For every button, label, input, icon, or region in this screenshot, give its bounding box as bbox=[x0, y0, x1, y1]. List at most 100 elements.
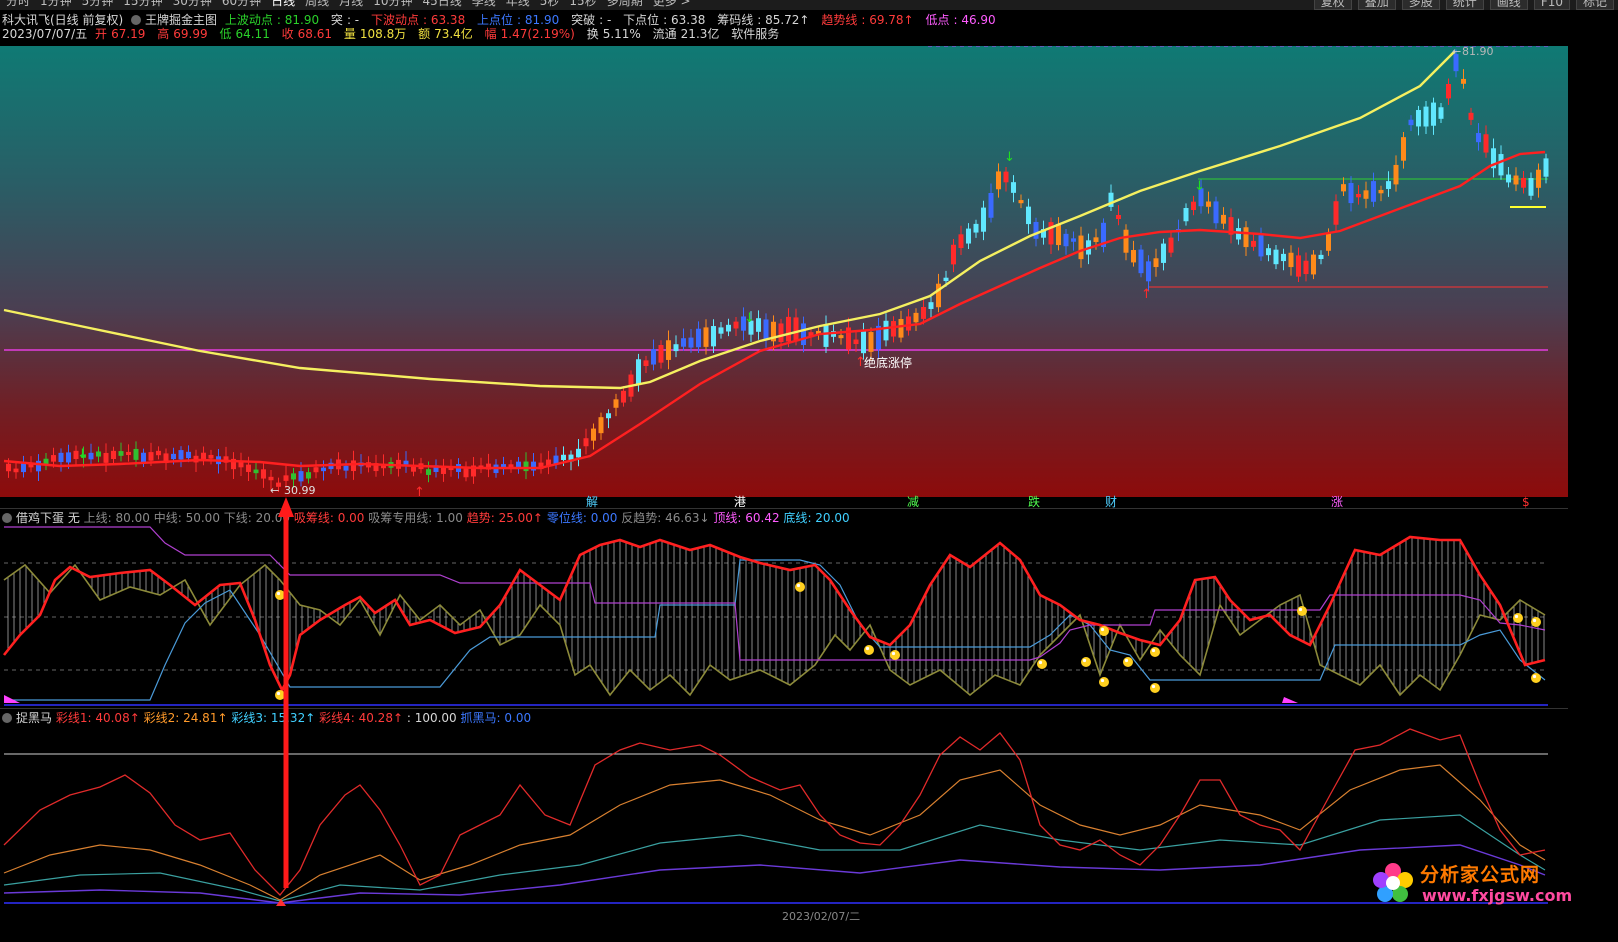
indicator-name[interactable]: 王牌掘金主图 bbox=[145, 13, 217, 27]
period-tab[interactable]: 月线 bbox=[339, 0, 363, 8]
kline-svg: 81.90 ← 30.99 ← 绝底涨停 ↑ ↑ ↑ ↓ ↓ ↓ ↓ bbox=[3, 46, 1549, 497]
candle bbox=[681, 328, 686, 351]
panel3-toggle-icon[interactable] bbox=[2, 713, 12, 723]
candle bbox=[1288, 245, 1294, 276]
candle bbox=[996, 163, 1001, 198]
tool-tab[interactable]: 多股 bbox=[1401, 0, 1440, 10]
candle bbox=[718, 321, 724, 339]
candle bbox=[1438, 103, 1444, 124]
period-tab[interactable]: 60分钟 bbox=[222, 0, 261, 8]
main-kline-chart[interactable]: 81.90 ← 30.99 ← 绝底涨停 ↑ ↑ ↑ ↓ ↓ ↓ ↓ bbox=[0, 46, 1568, 497]
event-marker-gang[interactable]: 港 bbox=[734, 496, 746, 508]
candle bbox=[951, 239, 956, 273]
candle bbox=[1011, 175, 1016, 203]
candle bbox=[103, 443, 109, 473]
tool-tab[interactable]: 统计 bbox=[1445, 0, 1484, 10]
candle bbox=[1393, 155, 1399, 192]
tool-tab[interactable]: 画线 bbox=[1489, 0, 1528, 10]
candle bbox=[1483, 125, 1489, 158]
tool-tab[interactable]: 标记 bbox=[1575, 0, 1614, 10]
candle bbox=[913, 308, 919, 331]
candle bbox=[1266, 244, 1271, 262]
gold-dot-icon bbox=[795, 582, 805, 592]
indicator-header: 科大讯飞(日线 前复权) 王牌掘金主图 上波动点: 81.90 突: - 下波动… bbox=[2, 13, 996, 27]
candle bbox=[1423, 101, 1429, 134]
panel2-chart[interactable] bbox=[0, 525, 1568, 710]
candle bbox=[726, 318, 731, 337]
candle bbox=[118, 442, 124, 462]
tool-tabs: 复权 叠加 多股 统计 画线 F10 标记 bbox=[1308, 0, 1614, 10]
panel2-name[interactable]: 借鸡下蛋 无 bbox=[16, 511, 80, 525]
event-marker-zhang[interactable]: 涨 bbox=[1331, 496, 1343, 508]
indicator-toggle-icon[interactable] bbox=[131, 15, 142, 25]
candle bbox=[538, 453, 544, 474]
stock-title[interactable]: 科大讯飞(日线 前复权) bbox=[2, 13, 123, 27]
candle bbox=[1528, 172, 1534, 200]
candle bbox=[126, 444, 131, 462]
period-tab[interactable]: 年线 bbox=[506, 0, 530, 8]
candle bbox=[906, 309, 911, 336]
event-marker-die[interactable]: 跌 bbox=[1028, 496, 1040, 508]
panel-divider bbox=[0, 708, 1618, 709]
period-tab[interactable]: 1分钟 bbox=[40, 0, 72, 8]
panel3-name[interactable]: 捉黑马 bbox=[16, 711, 52, 725]
quote-date: 2023/07/07/五 bbox=[2, 27, 88, 41]
candle bbox=[1513, 167, 1519, 192]
period-tab[interactable]: 周线 bbox=[305, 0, 329, 8]
candle bbox=[696, 321, 701, 353]
panel2-toggle-icon[interactable] bbox=[2, 513, 12, 523]
candle bbox=[1116, 205, 1121, 226]
candle bbox=[163, 448, 169, 471]
event-marker-cai[interactable]: 财 bbox=[1105, 496, 1117, 508]
candle bbox=[1161, 238, 1166, 271]
tool-tab[interactable]: F10 bbox=[1533, 0, 1570, 10]
candle bbox=[1371, 172, 1376, 207]
event-marker-jian[interactable]: 减 bbox=[907, 496, 919, 508]
candle bbox=[1363, 181, 1369, 209]
sell-arrow-icon: ↓ bbox=[744, 311, 755, 326]
period-tab[interactable]: 5秒 bbox=[540, 0, 560, 8]
tool-tab[interactable]: 叠加 bbox=[1357, 0, 1396, 10]
candle bbox=[1131, 240, 1136, 267]
period-tab[interactable]: 45日线 bbox=[422, 0, 461, 8]
axis-date: 2023/02/07/二 bbox=[782, 910, 861, 923]
candles-group bbox=[6, 49, 1549, 493]
candle bbox=[1018, 194, 1024, 209]
candle bbox=[531, 452, 536, 477]
event-marker-dollar[interactable]: $ bbox=[1522, 496, 1530, 508]
tool-tab[interactable]: 复权 bbox=[1313, 0, 1352, 10]
candle bbox=[1378, 185, 1384, 202]
candle bbox=[591, 423, 596, 450]
gold-dot-icon bbox=[1037, 659, 1047, 669]
candle bbox=[1071, 231, 1076, 251]
candle bbox=[703, 319, 709, 355]
candle bbox=[523, 452, 529, 480]
candle bbox=[1228, 208, 1234, 244]
period-tab[interactable]: 分时 bbox=[6, 0, 30, 8]
panel3-chart[interactable] bbox=[0, 725, 1568, 906]
candle bbox=[1138, 244, 1144, 278]
period-tab[interactable]: 15分钟 bbox=[123, 0, 162, 8]
period-tab[interactable]: 季线 bbox=[472, 0, 496, 8]
panel-divider bbox=[0, 508, 1618, 509]
candle bbox=[1491, 138, 1496, 178]
candle bbox=[43, 453, 49, 471]
candle bbox=[643, 355, 649, 373]
period-tab[interactable]: 日线 bbox=[271, 0, 295, 8]
high-price-label: 81.90 bbox=[1462, 46, 1494, 58]
sell-arrow-icons: ↓ ↓ ↓ ↓ bbox=[77, 150, 1205, 462]
period-tab[interactable]: 更多 > bbox=[653, 0, 691, 8]
period-tab[interactable]: 10分钟 bbox=[373, 0, 412, 8]
candle bbox=[733, 317, 739, 337]
period-tab[interactable]: 30分钟 bbox=[173, 0, 212, 8]
watermark-title: 分析家公式网 bbox=[1420, 864, 1541, 886]
period-tab[interactable]: 15秒 bbox=[569, 0, 596, 8]
candle bbox=[621, 386, 626, 407]
period-tab[interactable]: 5分钟 bbox=[82, 0, 114, 8]
event-marker-jie[interactable]: 解 bbox=[586, 496, 598, 508]
candle bbox=[1048, 217, 1054, 254]
candle bbox=[88, 443, 94, 467]
period-tab[interactable]: 多周期 bbox=[607, 0, 643, 8]
candle bbox=[433, 459, 439, 478]
candle bbox=[771, 315, 776, 351]
